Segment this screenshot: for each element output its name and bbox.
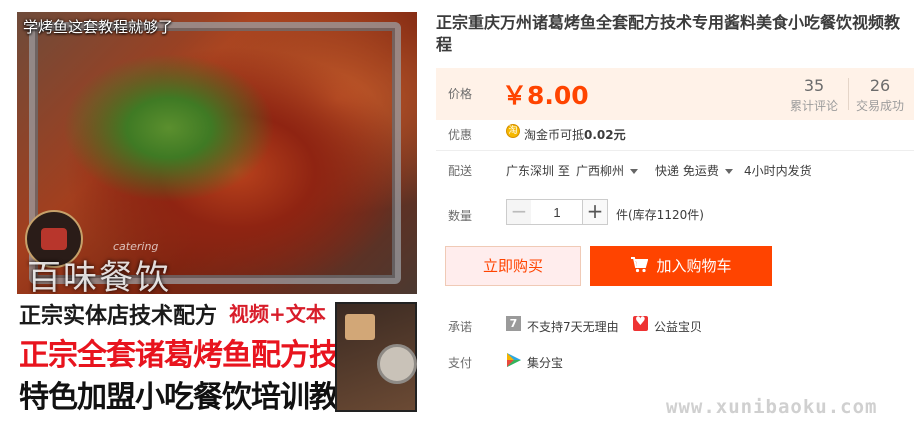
add-to-cart-button[interactable]: 加入购物车 <box>590 246 772 286</box>
brand-text: 百味餐饮 <box>27 258 171 298</box>
image-caption: 学烤鱼这套教程就够了 <box>23 18 174 36</box>
shipping-label: 配送 <box>448 164 473 178</box>
discount-text: 淘金币可抵0.02元 <box>524 126 626 143</box>
quantity-label: 数量 <box>448 209 473 223</box>
shipping-method: 快递 免运费 <box>655 164 719 178</box>
price-value: ￥8.00 <box>502 81 589 110</box>
quantity-decrease-button[interactable]: − <box>506 199 532 225</box>
banner-tag: 视频+文本 <box>229 302 326 326</box>
promise-label: 承诺 <box>448 320 473 334</box>
product-image[interactable]: 学烤鱼这套教程就够了 百味餐饮 catering 正宗实体店技术配方 视频+文本… <box>17 12 417 412</box>
promise-item-2[interactable]: 公益宝贝 <box>654 318 702 335</box>
quantity-increase-button[interactable]: + <box>582 199 608 225</box>
divider <box>436 150 914 151</box>
charity-heart-icon <box>633 314 648 331</box>
sales-stat[interactable]: 26 交易成功 <box>850 76 910 114</box>
shipping-method-select[interactable]: 快递 免运费 <box>655 162 733 179</box>
product-title: 正宗重庆万州诸葛烤鱼全套配方技术专用酱料美食小吃餐饮视频教程 <box>436 13 901 54</box>
promise-item-1[interactable]: 不支持7天无理由 <box>527 318 619 335</box>
discount-label: 优惠 <box>448 128 473 142</box>
jifenbao-icon <box>507 353 521 367</box>
banner-line-3: 特色加盟小吃餐饮培训教程 <box>19 380 368 412</box>
add-to-cart-label: 加入购物车 <box>656 257 732 275</box>
reviews-label: 累计评论 <box>789 99 838 113</box>
shipping-destination-select[interactable]: 广西柳州 <box>576 162 639 179</box>
payment-label: 支付 <box>448 356 473 370</box>
quantity-input[interactable] <box>531 199 583 225</box>
chevron-down-icon <box>630 169 639 174</box>
price-panel: 价格 ￥8.00 35 累计评论 26 交易成功 <box>436 68 914 120</box>
sales-count: 26 <box>869 76 891 95</box>
baking-tray <box>29 22 401 284</box>
stock-text: 件(库存1120件) <box>616 208 704 222</box>
payment-method: 集分宝 <box>527 356 564 370</box>
taobao-coin-icon: 淘 <box>506 124 520 138</box>
banner-line-1: 正宗实体店技术配方 <box>19 304 218 329</box>
shipping-destination: 广西柳州 <box>576 164 625 178</box>
no-7day-return-icon: 7 <box>506 316 521 331</box>
sales-label: 交易成功 <box>855 99 904 113</box>
cart-icon <box>631 257 649 273</box>
reviews-stat[interactable]: 35 累计评论 <box>784 76 844 114</box>
brand-subtext: catering <box>113 240 159 253</box>
reviews-count: 35 <box>803 76 825 95</box>
price-label: 价格 <box>448 87 473 101</box>
stat-divider <box>848 78 849 110</box>
shipping-time: 4小时内发货 <box>744 164 812 178</box>
shipping-from: 广东深圳 至 <box>506 164 570 178</box>
buy-now-button[interactable]: 立即购买 <box>445 246 581 286</box>
watermark: www.xunibaoku.com <box>666 396 878 418</box>
chevron-down-icon <box>724 169 733 174</box>
discount-prefix: 淘金币可抵 <box>524 128 585 142</box>
discount-amount: 0.02元 <box>584 128 626 142</box>
course-book-image <box>335 302 417 412</box>
